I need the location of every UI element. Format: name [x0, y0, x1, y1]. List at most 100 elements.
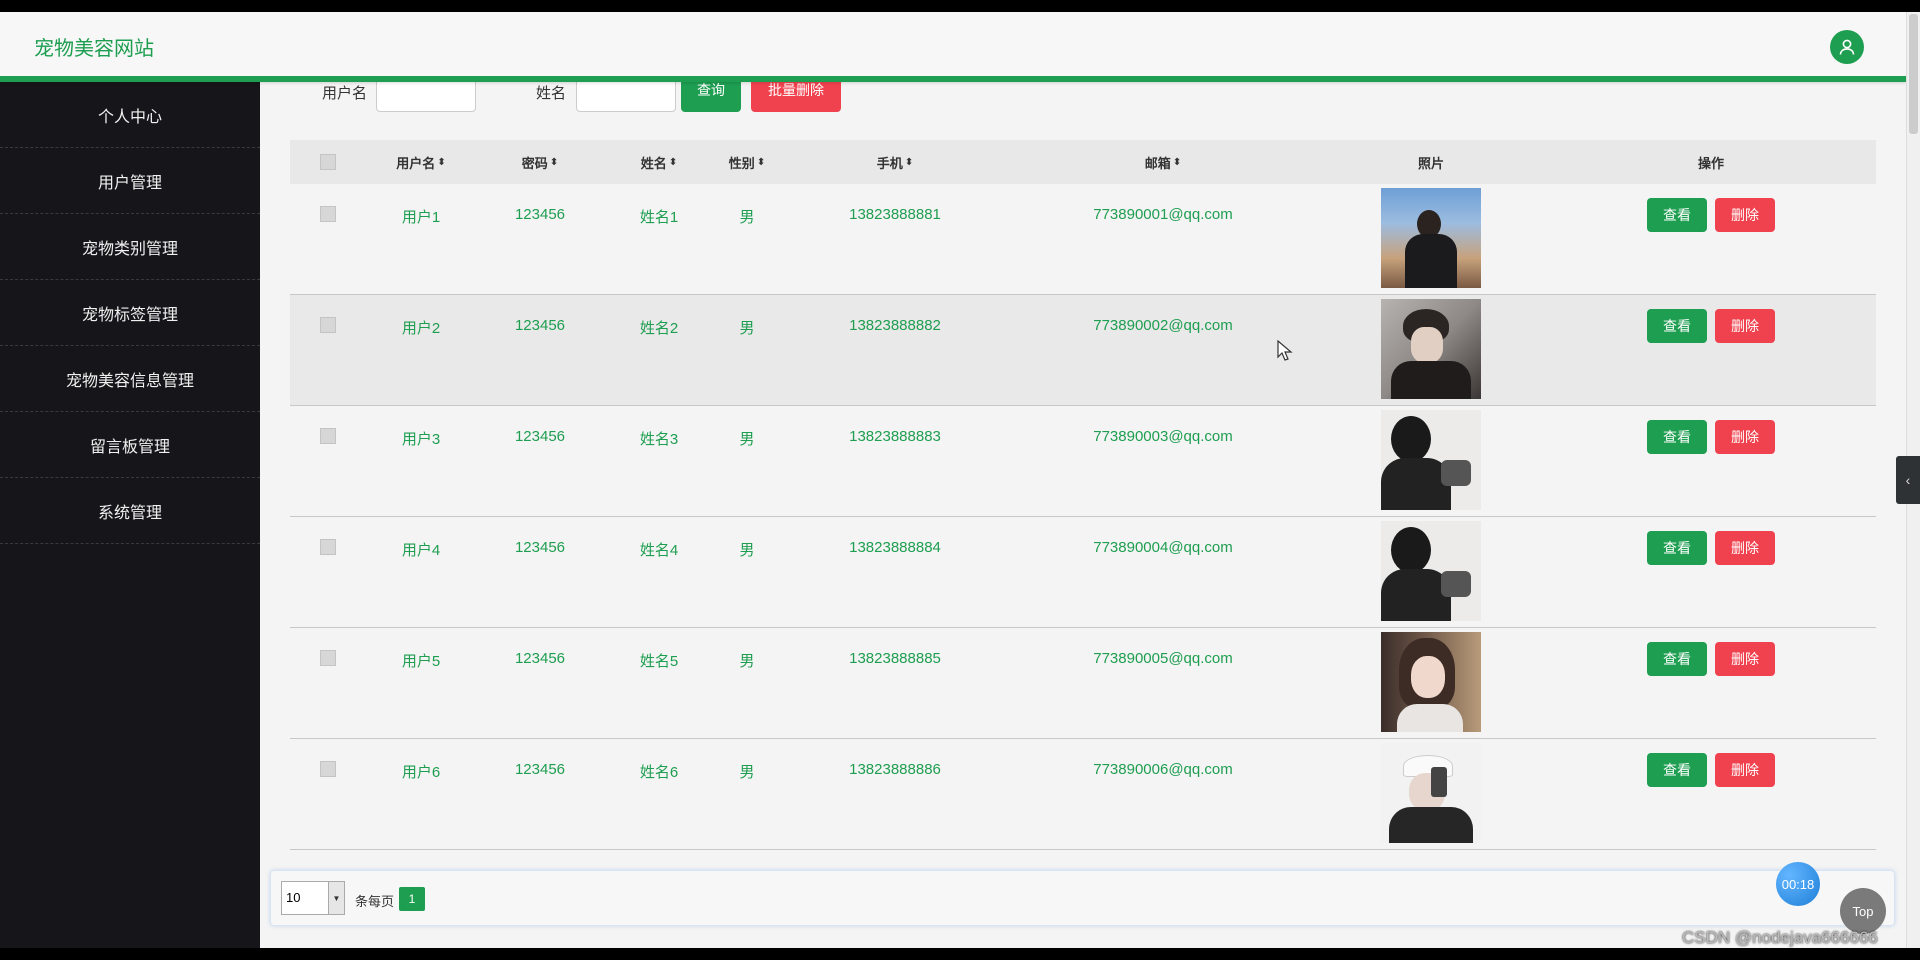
- table-header: 用户名 ⬍ 密码 ⬍ 姓名 ⬍ 性别 ⬍ 手机 ⬍ 邮箱 ⬍ 照片 操作: [290, 140, 1876, 184]
- cell-username: 用户5: [401, 653, 441, 670]
- watermark: CSDN @nodejava666666: [1682, 928, 1878, 947]
- header-email[interactable]: 邮箱 ⬍: [1010, 153, 1316, 172]
- delete-label: 删除: [1731, 429, 1759, 445]
- cell-email: 773890002@qq.com: [1093, 317, 1233, 334]
- scrollbar-thumb[interactable]: [1909, 14, 1918, 134]
- delete-button[interactable]: 删除: [1715, 753, 1775, 787]
- page-size-select[interactable]: 10 ▼: [281, 881, 345, 915]
- user-icon[interactable]: [1830, 30, 1864, 64]
- cell-password: 123456: [514, 761, 566, 778]
- sidebar-item-label: 宠物美容信息管理: [65, 372, 194, 390]
- batch-delete-label: 批量删除: [768, 82, 824, 98]
- delete-button[interactable]: 删除: [1715, 642, 1775, 676]
- username-search-label: 用户名: [322, 85, 368, 102]
- cell-actions: 查看 删除: [1546, 628, 1876, 738]
- cell-name: 姓名3: [639, 431, 679, 448]
- view-button[interactable]: 查看: [1647, 420, 1707, 454]
- page-button-current[interactable]: 1: [399, 887, 425, 911]
- chevron-down-icon[interactable]: ▼: [328, 882, 344, 914]
- row-check-cell: [290, 184, 366, 294]
- cell-username: 用户4: [401, 542, 441, 559]
- cell-photo: [1316, 628, 1546, 738]
- cell-email: 773890003@qq.com: [1093, 428, 1233, 445]
- cell-actions: 查看 删除: [1546, 184, 1876, 294]
- cell-password: 123456: [514, 206, 566, 223]
- cell-gender: 男: [739, 320, 755, 337]
- cell-gender: 男: [739, 653, 755, 670]
- header-email-label: 邮箱: [1144, 155, 1171, 171]
- user-photo: [1381, 743, 1481, 843]
- cell-gender: 男: [739, 542, 755, 559]
- view-label: 查看: [1663, 762, 1691, 778]
- sidebar-item-pet-category[interactable]: 宠物类别管理: [0, 214, 260, 280]
- app-window: 宠物美容网站 个人中心 用户管理 宠物类别管理 宠物标签管理 宠物美容信息管理 …: [0, 12, 1906, 948]
- sort-icon: ⬍: [437, 156, 446, 168]
- header-actions: 操作: [1546, 153, 1876, 172]
- cell-photo: [1316, 739, 1546, 849]
- sidebar-item-label: 个人中心: [97, 108, 162, 126]
- row-check-cell: [290, 517, 366, 627]
- view-button[interactable]: 查看: [1647, 642, 1707, 676]
- header-username[interactable]: 用户名 ⬍: [366, 153, 476, 172]
- cell-photo: [1316, 517, 1546, 627]
- sidebar-item-system[interactable]: 系统管理: [0, 478, 260, 544]
- header-photo: 照片: [1316, 153, 1546, 172]
- view-button[interactable]: 查看: [1647, 753, 1707, 787]
- sidebar-item-label: 留言板管理: [89, 438, 170, 456]
- row-checkbox[interactable]: [320, 539, 336, 555]
- table-row: 用户3 123456 姓名3 男 13823888883 773890003@q…: [290, 406, 1876, 517]
- sidebar-item-message-board[interactable]: 留言板管理: [0, 412, 260, 478]
- view-button[interactable]: 查看: [1647, 198, 1707, 232]
- cell-phone: 13823888885: [849, 650, 941, 667]
- delete-button[interactable]: 删除: [1715, 198, 1775, 232]
- row-checkbox[interactable]: [320, 206, 336, 222]
- table-row: 用户1 123456 姓名1 男 13823888881 773890001@q…: [290, 184, 1876, 295]
- row-check-cell: [290, 295, 366, 405]
- delete-label: 删除: [1731, 651, 1759, 667]
- delete-button[interactable]: 删除: [1715, 309, 1775, 343]
- cell-username: 用户3: [401, 431, 441, 448]
- header-password-label: 密码: [521, 155, 548, 171]
- delete-button[interactable]: 删除: [1715, 420, 1775, 454]
- user-photo: [1381, 521, 1481, 621]
- chevron-left-icon[interactable]: ‹: [1896, 456, 1920, 504]
- header-name-label: 姓名: [640, 155, 667, 171]
- row-checkbox[interactable]: [320, 428, 336, 444]
- header-name[interactable]: 姓名 ⬍: [604, 153, 714, 172]
- sidebar-item-pet-tags[interactable]: 宠物标签管理: [0, 280, 260, 346]
- cell-name: 姓名1: [639, 209, 679, 226]
- name-search-label: 姓名: [536, 85, 567, 102]
- sidebar-item-personal-center[interactable]: 个人中心: [0, 82, 260, 148]
- cell-phone: 13823888886: [849, 761, 941, 778]
- sidebar-item-label: 系统管理: [97, 504, 162, 522]
- row-checkbox[interactable]: [320, 317, 336, 333]
- header-gender[interactable]: 性别 ⬍: [714, 153, 780, 172]
- cell-name: 姓名5: [639, 653, 679, 670]
- row-checkbox[interactable]: [320, 761, 336, 777]
- row-checkbox[interactable]: [320, 650, 336, 666]
- table-row: 用户2 123456 姓名2 男 13823888882 773890002@q…: [290, 295, 1876, 406]
- view-button[interactable]: 查看: [1647, 531, 1707, 565]
- view-button[interactable]: 查看: [1647, 309, 1707, 343]
- header-phone[interactable]: 手机 ⬍: [780, 153, 1010, 172]
- sidebar-item-user-management[interactable]: 用户管理: [0, 148, 260, 214]
- recording-timer: 00:18: [1776, 862, 1820, 906]
- top-header: 宠物美容网站: [0, 12, 1906, 82]
- table-row: 用户5 123456 姓名5 男 13823888885 773890005@q…: [290, 628, 1876, 739]
- delete-label: 删除: [1731, 318, 1759, 334]
- select-all-checkbox[interactable]: [320, 154, 336, 170]
- cell-gender: 男: [739, 431, 755, 448]
- view-label: 查看: [1663, 540, 1691, 556]
- cell-password: 123456: [514, 428, 566, 445]
- sidebar-item-grooming-info[interactable]: 宠物美容信息管理: [0, 346, 260, 412]
- cell-name: 姓名6: [639, 764, 679, 781]
- sidebar-item-label: 宠物类别管理: [81, 240, 178, 258]
- header-photo-label: 照片: [1417, 155, 1444, 171]
- delete-button[interactable]: 删除: [1715, 531, 1775, 565]
- cell-phone: 13823888881: [849, 206, 941, 223]
- user-photo: [1381, 299, 1481, 399]
- view-label: 查看: [1663, 207, 1691, 223]
- cell-actions: 查看 删除: [1546, 295, 1876, 405]
- header-password[interactable]: 密码 ⬍: [476, 153, 604, 172]
- header-phone-label: 手机: [876, 155, 903, 171]
